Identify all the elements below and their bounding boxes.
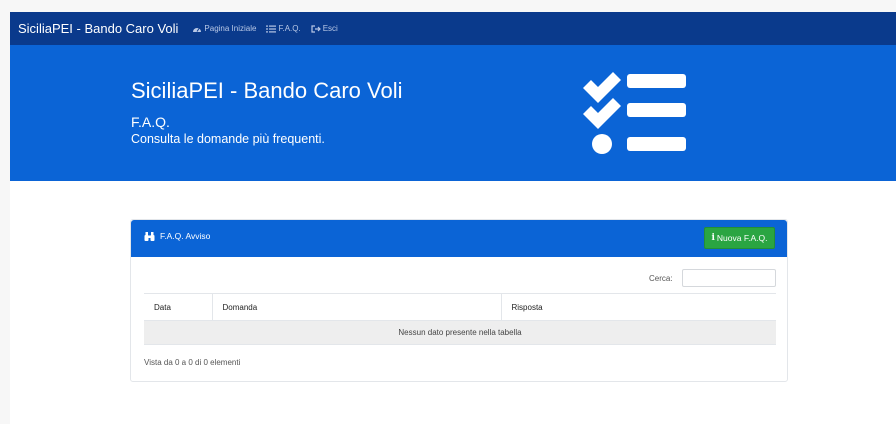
faq-panel: F.A.Q. Avviso i Nuova F.A.Q. Cerca: Data…	[130, 219, 788, 382]
hero-description: Consulta le domande più frequenti.	[131, 132, 325, 146]
hero-banner: SiciliaPEI - Bando Caro Voli F.A.Q. Cons…	[10, 45, 896, 181]
search-input[interactable]	[682, 269, 776, 287]
nav-link-faq-label: F.A.Q.	[278, 24, 301, 33]
top-navbar: SiciliaPEI - Bando Caro Voli Pagina Iniz…	[10, 12, 896, 45]
empty-table-message: Nessun dato presente nella tabella	[144, 320, 776, 345]
column-header-domanda[interactable]: Domanda	[211, 293, 501, 321]
navbar-brand[interactable]: SiciliaPEI - Bando Caro Voli	[18, 21, 178, 36]
nav-link-home[interactable]: Pagina Iniziale	[192, 24, 256, 33]
checklist-icon	[583, 72, 686, 154]
faq-table: Data Domanda Risposta Nessun dato presen…	[144, 293, 776, 345]
column-header-risposta[interactable]: Risposta	[500, 293, 776, 321]
panel-title-label: F.A.Q. Avviso	[160, 231, 211, 241]
nav-link-logout-label: Esci	[322, 24, 338, 33]
panel-title: F.A.Q. Avviso	[144, 231, 210, 241]
list-icon	[266, 25, 277, 32]
table-info: Vista da 0 a 0 di 0 elementi	[144, 358, 241, 367]
binoculars-icon	[144, 231, 155, 241]
nav-link-faq[interactable]: F.A.Q.	[266, 24, 301, 33]
dashboard-icon	[193, 27, 202, 32]
sign-out-icon	[311, 24, 321, 33]
search-label: Cerca:	[649, 274, 673, 283]
hero-title: SiciliaPEI - Bando Caro Voli	[131, 78, 403, 103]
table-row: Nessun dato presente nella tabella	[144, 320, 776, 345]
hero-subtitle: F.A.Q.	[131, 114, 170, 130]
new-faq-button[interactable]: i Nuova F.A.Q.	[704, 227, 775, 249]
new-faq-button-label: Nuova F.A.Q.	[716, 233, 768, 243]
nav-link-home-label: Pagina Iniziale	[204, 24, 257, 33]
column-header-data[interactable]: Data	[144, 293, 212, 321]
panel-header: F.A.Q. Avviso i Nuova F.A.Q.	[131, 220, 787, 257]
nav-link-logout[interactable]: Esci	[311, 24, 338, 33]
table-header-row: Data Domanda Risposta	[144, 293, 776, 321]
info-icon: i	[711, 233, 715, 243]
